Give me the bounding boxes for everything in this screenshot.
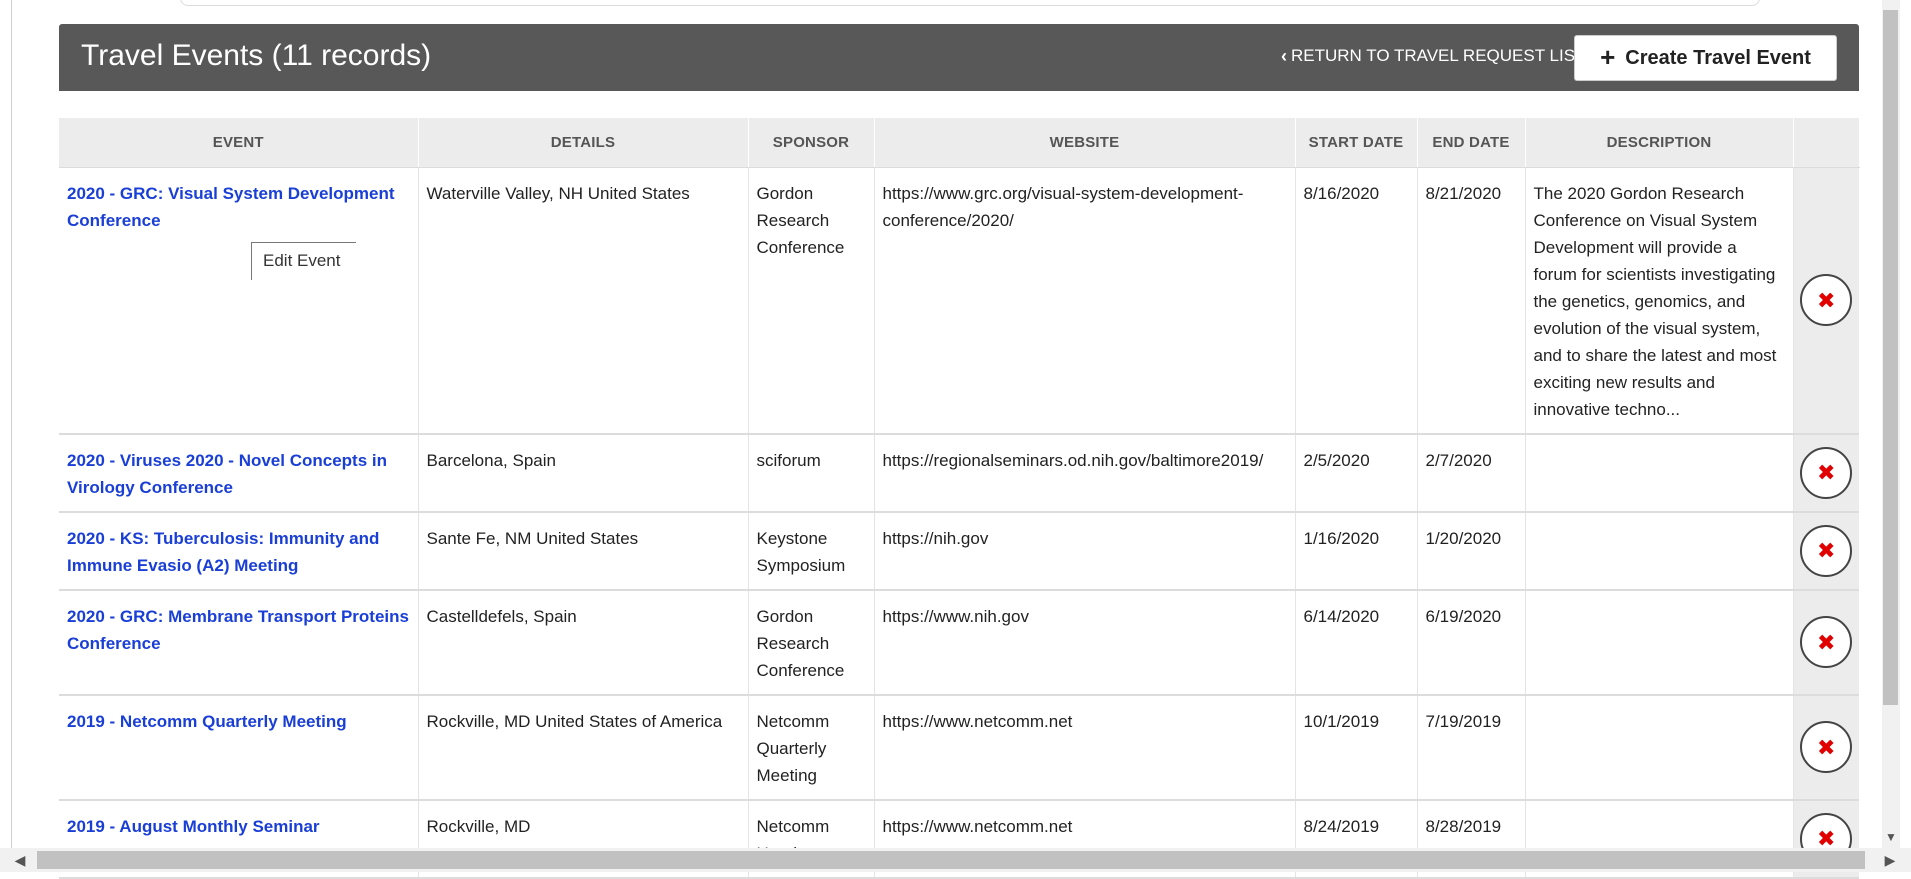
description-cell [1525, 433, 1794, 513]
table-row: 2020 - KS: Tuberculosis: Immunity and Im… [59, 511, 1859, 591]
end-date-cell: 8/21/2020 [1417, 167, 1526, 435]
table-row: 2020 - GRC: Membrane Transport Proteins … [59, 589, 1859, 696]
delete-button[interactable]: ✖ [1800, 721, 1853, 773]
start-date-cell: 1/16/2020 [1295, 511, 1418, 591]
website-cell: https://www.nih.gov [874, 589, 1296, 696]
details-cell: Sante Fe, NM United States [418, 511, 749, 591]
details-cell: Rockville, MD United States of America [418, 694, 749, 801]
scroll-left-arrow-icon[interactable]: ◀ [10, 850, 30, 870]
vertical-scrollbar[interactable]: ▼ [1882, 0, 1900, 848]
vertical-scrollbar-thumb[interactable] [1883, 10, 1898, 705]
delete-x-icon: ✖ [1817, 460, 1836, 485]
end-date-cell: 7/19/2019 [1417, 694, 1526, 801]
top-strip [0, 0, 1911, 12]
description-cell [1525, 589, 1794, 696]
website-cell: https://nih.gov [874, 511, 1296, 591]
sponsor-cell: Gordon Research Conference [748, 589, 875, 696]
delete-x-icon: ✖ [1817, 287, 1836, 313]
event-link[interactable]: 2019 - August Monthly Seminar [67, 817, 320, 836]
end-date-cell: 2/7/2020 [1417, 433, 1526, 513]
event-cell: 2020 - GRC: Membrane Transport Proteins … [59, 589, 419, 696]
start-date-cell: 2/5/2020 [1295, 433, 1418, 513]
sponsor-cell: Netcomm Quarterly Meeting [748, 694, 875, 801]
return-link-label: RETURN TO TRAVEL REQUEST LIST [1291, 46, 1586, 65]
website-cell: https://regionalseminars.od.nih.gov/balt… [874, 433, 1296, 513]
delete-button[interactable]: ✖ [1800, 274, 1853, 326]
end-date-cell: 1/20/2020 [1417, 511, 1526, 591]
start-date-cell: 6/14/2020 [1295, 589, 1418, 696]
column-header-actions [1793, 118, 1860, 168]
action-cell: ✖ [1793, 167, 1859, 435]
search-bar-edge[interactable] [180, 0, 1760, 6]
end-date-cell: 6/19/2020 [1417, 589, 1526, 696]
page-title: Travel Events (11 records) [81, 39, 432, 72]
sponsor-cell: Gordon Research Conference [748, 167, 875, 435]
scroll-right-arrow-icon[interactable]: ▶ [1880, 850, 1900, 870]
event-link[interactable]: 2020 - GRC: Membrane Transport Proteins … [67, 607, 409, 653]
return-to-travel-request-list-link[interactable]: ‹ RETURN TO TRAVEL REQUEST LIST [1281, 46, 1585, 66]
website-cell: https://www.grc.org/visual-system-develo… [874, 167, 1296, 435]
create-travel-event-button[interactable]: + Create Travel Event [1574, 35, 1837, 81]
column-header-event[interactable]: EVENT [59, 118, 419, 168]
details-cell: Barcelona, Spain [418, 433, 749, 513]
delete-x-icon: ✖ [1817, 538, 1836, 563]
action-cell: ✖ [1793, 694, 1859, 801]
table-header-row: EVENT DETAILS SPONSOR WEBSITE START DATE… [59, 118, 1860, 168]
event-cell: 2020 - GRC: Visual System Development Co… [59, 167, 419, 435]
delete-button[interactable]: ✖ [1800, 446, 1853, 499]
details-cell: Castelldefels, Spain [418, 589, 749, 696]
website-cell: https://www.netcomm.net [874, 694, 1296, 801]
event-cell: 2020 - Viruses 2020 - Novel Concepts in … [59, 433, 419, 513]
travel-events-table: EVENT DETAILS SPONSOR WEBSITE START DATE… [59, 118, 1860, 879]
start-date-cell: 8/16/2020 [1295, 167, 1418, 435]
event-link[interactable]: 2020 - GRC: Visual System Development Co… [67, 184, 395, 230]
column-header-start-date[interactable]: START DATE [1295, 118, 1418, 168]
sponsor-cell: sciforum [748, 433, 875, 513]
scroll-down-arrow-icon[interactable]: ▼ [1883, 830, 1899, 844]
plus-icon: + [1600, 42, 1616, 72]
event-cell: 2019 - Netcomm Quarterly Meeting [59, 694, 419, 801]
table-row: 2020 - GRC: Visual System Development Co… [59, 167, 1859, 435]
delete-button[interactable]: ✖ [1800, 524, 1853, 577]
column-header-sponsor[interactable]: SPONSOR [748, 118, 875, 168]
horizontal-scrollbar-thumb[interactable] [37, 851, 1865, 869]
column-header-details[interactable]: DETAILS [418, 118, 749, 168]
event-link[interactable]: 2019 - Netcomm Quarterly Meeting [67, 712, 347, 731]
create-button-label: Create Travel Event [1625, 46, 1811, 69]
event-cell: 2020 - KS: Tuberculosis: Immunity and Im… [59, 511, 419, 591]
delete-button[interactable]: ✖ [1800, 616, 1853, 668]
left-border [11, 0, 12, 848]
start-date-cell: 10/1/2019 [1295, 694, 1418, 801]
event-link[interactable]: 2020 - KS: Tuberculosis: Immunity and Im… [67, 529, 379, 575]
event-link[interactable]: 2020 - Viruses 2020 - Novel Concepts in … [67, 451, 387, 497]
delete-x-icon: ✖ [1817, 629, 1836, 655]
description-cell: The 2020 Gordon Research Conference on V… [1525, 167, 1794, 435]
description-cell [1525, 694, 1794, 801]
chevron-left-icon: ‹ [1281, 46, 1287, 66]
edit-event-tooltip: Edit Event [251, 242, 356, 280]
table-row: 2019 - Netcomm Quarterly Meeting Rockvil… [59, 694, 1859, 801]
column-header-description[interactable]: DESCRIPTION [1525, 118, 1794, 168]
delete-x-icon: ✖ [1817, 734, 1836, 760]
page-header: Travel Events (11 records) ‹ RETURN TO T… [59, 24, 1859, 91]
action-cell: ✖ [1793, 433, 1859, 513]
sponsor-cell: Keystone Symposium [748, 511, 875, 591]
details-cell: Waterville Valley, NH United States [418, 167, 749, 435]
column-header-website[interactable]: WEBSITE [874, 118, 1296, 168]
column-header-end-date[interactable]: END DATE [1417, 118, 1526, 168]
action-cell: ✖ [1793, 589, 1859, 696]
horizontal-scrollbar[interactable]: ◀ ▶ [0, 848, 1911, 872]
description-cell [1525, 511, 1794, 591]
table-row: 2020 - Viruses 2020 - Novel Concepts in … [59, 433, 1859, 513]
action-cell: ✖ [1793, 511, 1859, 591]
